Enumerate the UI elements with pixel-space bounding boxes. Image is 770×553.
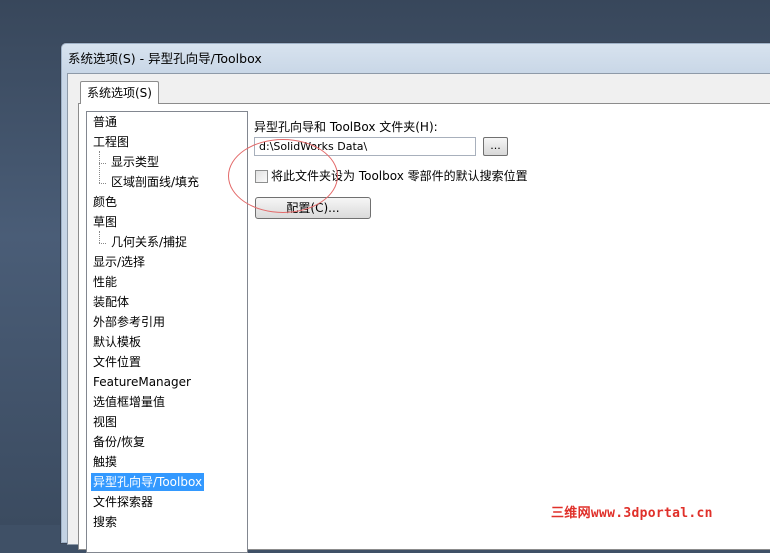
toolbox-folder-label: 异型孔向导和 ToolBox 文件夹(H): — [254, 120, 438, 134]
tree-item[interactable]: 搜索 — [91, 513, 119, 531]
tree-item[interactable]: 装配体 — [91, 293, 131, 311]
tree-item[interactable]: 触摸 — [91, 453, 119, 471]
tree-item[interactable]: 区域剖面线/填充 — [109, 173, 201, 191]
window-title: 系统选项(S) - 异型孔向导/Toolbox — [68, 51, 262, 66]
tab-panel: 普通工程图显示类型区域剖面线/填充颜色草图几何关系/捕捉显示/选择性能装配体外部… — [78, 103, 770, 553]
tree-item[interactable]: 显示/选择 — [91, 253, 147, 271]
tree-item[interactable]: 默认模板 — [91, 333, 143, 351]
tree-connector — [99, 151, 100, 163]
tree-item[interactable]: 普通 — [91, 113, 119, 131]
options-tree[interactable]: 普通工程图显示类型区域剖面线/填充颜色草图几何关系/捕捉显示/选择性能装配体外部… — [86, 111, 248, 553]
tree-item[interactable]: 异型孔向导/Toolbox — [91, 473, 205, 491]
tree-item[interactable]: 颜色 — [91, 193, 119, 211]
tree-item[interactable]: 备份/恢复 — [91, 433, 147, 451]
tree-item[interactable]: 文件探索器 — [91, 493, 155, 511]
tree-item[interactable]: 几何关系/捕捉 — [109, 233, 189, 251]
tree-item[interactable]: 草图 — [91, 213, 119, 231]
dialog-client-area: 系统选项(S) 普通工程图显示类型区域剖面线/填充颜色草图几何关系/捕捉显示/选… — [67, 73, 770, 553]
tree-connector — [99, 163, 106, 164]
tree-item[interactable]: 显示类型 — [109, 153, 161, 171]
tree-item[interactable]: 选值框增量值 — [91, 393, 167, 411]
tree-connector — [99, 183, 106, 184]
tree-item[interactable]: 工程图 — [91, 133, 131, 151]
tab-system-options[interactable]: 系统选项(S) — [80, 81, 159, 104]
tree-item[interactable]: 外部参考引用 — [91, 313, 167, 331]
tree-item[interactable]: 视图 — [91, 413, 119, 431]
tree-item[interactable]: FeatureManager — [91, 373, 193, 391]
tree-connector — [99, 163, 100, 183]
tree-item[interactable]: 文件位置 — [91, 353, 143, 371]
tree-connector — [99, 231, 100, 243]
browse-button[interactable]: ... — [483, 137, 508, 156]
annotation-circle — [228, 139, 338, 213]
tree-item[interactable]: 性能 — [91, 273, 119, 291]
watermark-text: 三维网www.3dportal.cn — [551, 506, 713, 521]
tree-connector — [99, 243, 106, 244]
system-options-dialog: 系统选项(S) - 异型孔向导/Toolbox 系统选项(S) 普通工程图显示类… — [60, 42, 770, 553]
